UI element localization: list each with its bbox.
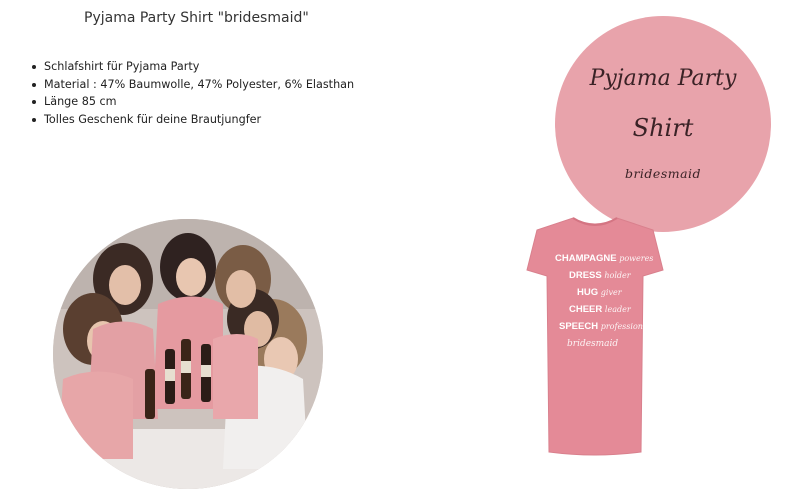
print-line: DRESS holder: [569, 270, 631, 281]
feature-item: Material : 47% Baumwolle, 47% Polyester,…: [31, 76, 354, 94]
nightshirt-image: CHAMPAGNE poweres DRESS holder HUG giver…: [525, 212, 665, 457]
feature-item: Länge 85 cm: [31, 93, 354, 111]
feature-item: Schlafshirt für Pyjama Party: [31, 58, 354, 76]
print-line: SPEECH professional: [559, 321, 651, 332]
title-badge: Pyjama Party Shirt bridesmaid: [555, 16, 771, 232]
feature-item: Tolles Geschenk für deine Brautjungfer: [31, 111, 354, 129]
print-line: HUG giver: [577, 287, 622, 298]
photo-illustration: [53, 219, 323, 489]
badge-line-2: Shirt: [632, 114, 694, 142]
lifestyle-photo: [53, 219, 323, 489]
print-line: CHAMPAGNE poweres: [555, 253, 654, 264]
badge-line-1: Pyjama Party: [589, 66, 737, 91]
shirt-print: CHAMPAGNE poweres DRESS holder HUG giver…: [525, 212, 665, 457]
print-line: bridesmaid: [567, 339, 619, 349]
feature-list: Schlafshirt für Pyjama Party Material : …: [30, 58, 354, 128]
product-title: Pyjama Party Shirt "bridesmaid": [84, 10, 309, 26]
print-line: CHEER leader: [569, 304, 631, 315]
badge-line-3: bridesmaid: [624, 166, 702, 181]
